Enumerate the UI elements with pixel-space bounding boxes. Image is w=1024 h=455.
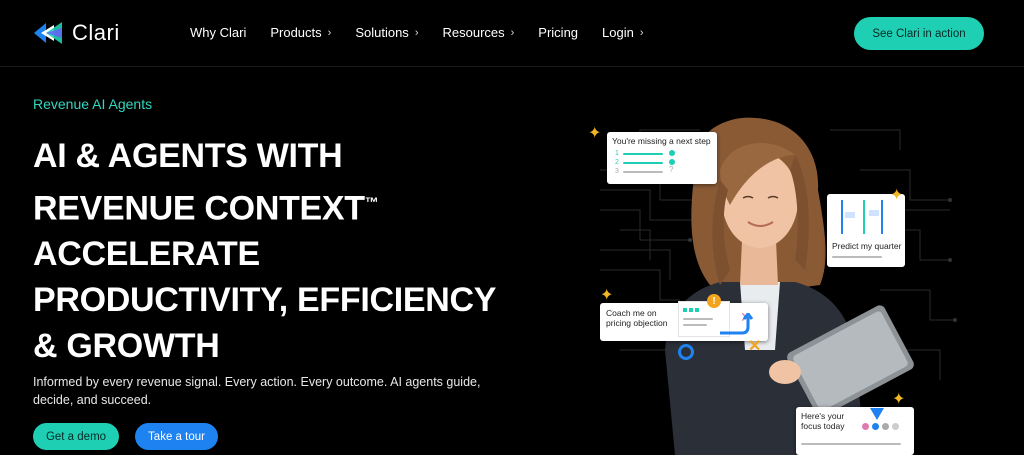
nav-item-label: Products xyxy=(270,25,322,40)
hero-headline: AI & AGENTS WITH REVENUE CONTEXT™ ACCELE… xyxy=(33,133,496,369)
focus-dots xyxy=(862,423,899,430)
bar-chart-mini xyxy=(837,200,895,238)
see-clari-in-action-button[interactable]: See Clari in action xyxy=(854,17,984,50)
checklist-line xyxy=(623,162,663,164)
coach-pricing-objection-card: Coach me on pricing objection ✕ xyxy=(600,301,768,341)
hero-eyebrow: Revenue AI Agents xyxy=(33,96,153,112)
nav-item-label: Solutions xyxy=(355,25,409,40)
route-arrow-icon xyxy=(720,313,754,335)
sparkle-icon: ✦ xyxy=(892,391,906,408)
logo-wordmark: Clari xyxy=(72,20,120,45)
card-title: Coach me on pricing objection xyxy=(606,308,668,328)
headline-line: REVENUE CONTEXT xyxy=(33,189,365,228)
clari-logo[interactable]: Clari xyxy=(32,20,120,46)
question-mark: ? xyxy=(669,165,674,174)
card-line xyxy=(832,256,882,258)
chevron-right-icon: › xyxy=(327,26,332,39)
nav-item-pricing[interactable]: Pricing xyxy=(538,25,578,40)
nav-item-products[interactable]: Products › xyxy=(270,25,331,40)
card-title: Here's your focus today xyxy=(801,411,845,431)
nav-menu: Why Clari Products › Solutions › Resourc… xyxy=(190,25,668,40)
nav-item-why-clari[interactable]: Why Clari xyxy=(190,25,246,40)
take-a-tour-button[interactable]: Take a tour xyxy=(135,423,218,450)
nav-item-label: Why Clari xyxy=(190,25,247,40)
chevron-right-icon: › xyxy=(510,26,515,39)
headline-line: PRODUCTIVITY, EFFICIENCY xyxy=(33,281,497,320)
checklist-number: 2 xyxy=(615,159,619,166)
blue-triangle-icon xyxy=(870,408,884,420)
card-line xyxy=(801,443,901,445)
trademark-symbol: ™ xyxy=(364,194,379,210)
card-title: You're missing a next step xyxy=(612,136,711,146)
chevron-right-icon: › xyxy=(414,26,419,39)
check-dot xyxy=(669,150,675,156)
nav-item-login[interactable]: Login › xyxy=(602,25,643,40)
sparkle-icon: ✦ xyxy=(600,287,614,304)
orange-x-icon: ✕ xyxy=(748,338,762,355)
nav-item-resources[interactable]: Resources › xyxy=(442,25,514,40)
clari-logo-icon xyxy=(34,22,62,44)
checklist-line xyxy=(623,171,663,173)
card-title: Predict my quarter xyxy=(832,241,902,251)
nav-item-label: Pricing xyxy=(538,25,579,40)
nav-item-solutions[interactable]: Solutions › xyxy=(355,25,418,40)
predict-my-quarter-card: Predict my quarter xyxy=(827,194,905,267)
focus-today-card: Here's your focus today xyxy=(796,407,914,455)
nav-item-label: Resources xyxy=(442,25,505,40)
missing-next-step-card: You're missing a next step 1 2 3 ? xyxy=(607,132,717,184)
checklist-number: 1 xyxy=(615,150,619,157)
top-navigation: Clari Why Clari Products › Solutions › R… xyxy=(0,0,1024,67)
headline-line: ACCELERATE xyxy=(33,235,260,274)
hero-subtext: Informed by every revenue signal. Every … xyxy=(33,375,481,407)
get-a-demo-button[interactable]: Get a demo xyxy=(33,423,119,450)
headline-line: & GROWTH xyxy=(33,327,220,366)
checklist-number: 3 xyxy=(615,168,619,175)
alert-icon: ! xyxy=(707,294,721,308)
headline-line: AI & AGENTS WITH xyxy=(33,137,343,175)
blue-ring-icon xyxy=(678,344,694,360)
chevron-right-icon: › xyxy=(639,26,644,39)
checklist-line xyxy=(623,153,663,155)
headline-line-with-trademark: REVENUE CONTEXT™ xyxy=(33,179,496,231)
hero-visual: You're missing a next step 1 2 3 ? ✦ Pre… xyxy=(580,110,960,455)
sparkle-icon: ✦ xyxy=(588,125,602,142)
nav-item-label: Login xyxy=(602,25,634,40)
sparkle-icon: ✦ xyxy=(890,187,904,204)
